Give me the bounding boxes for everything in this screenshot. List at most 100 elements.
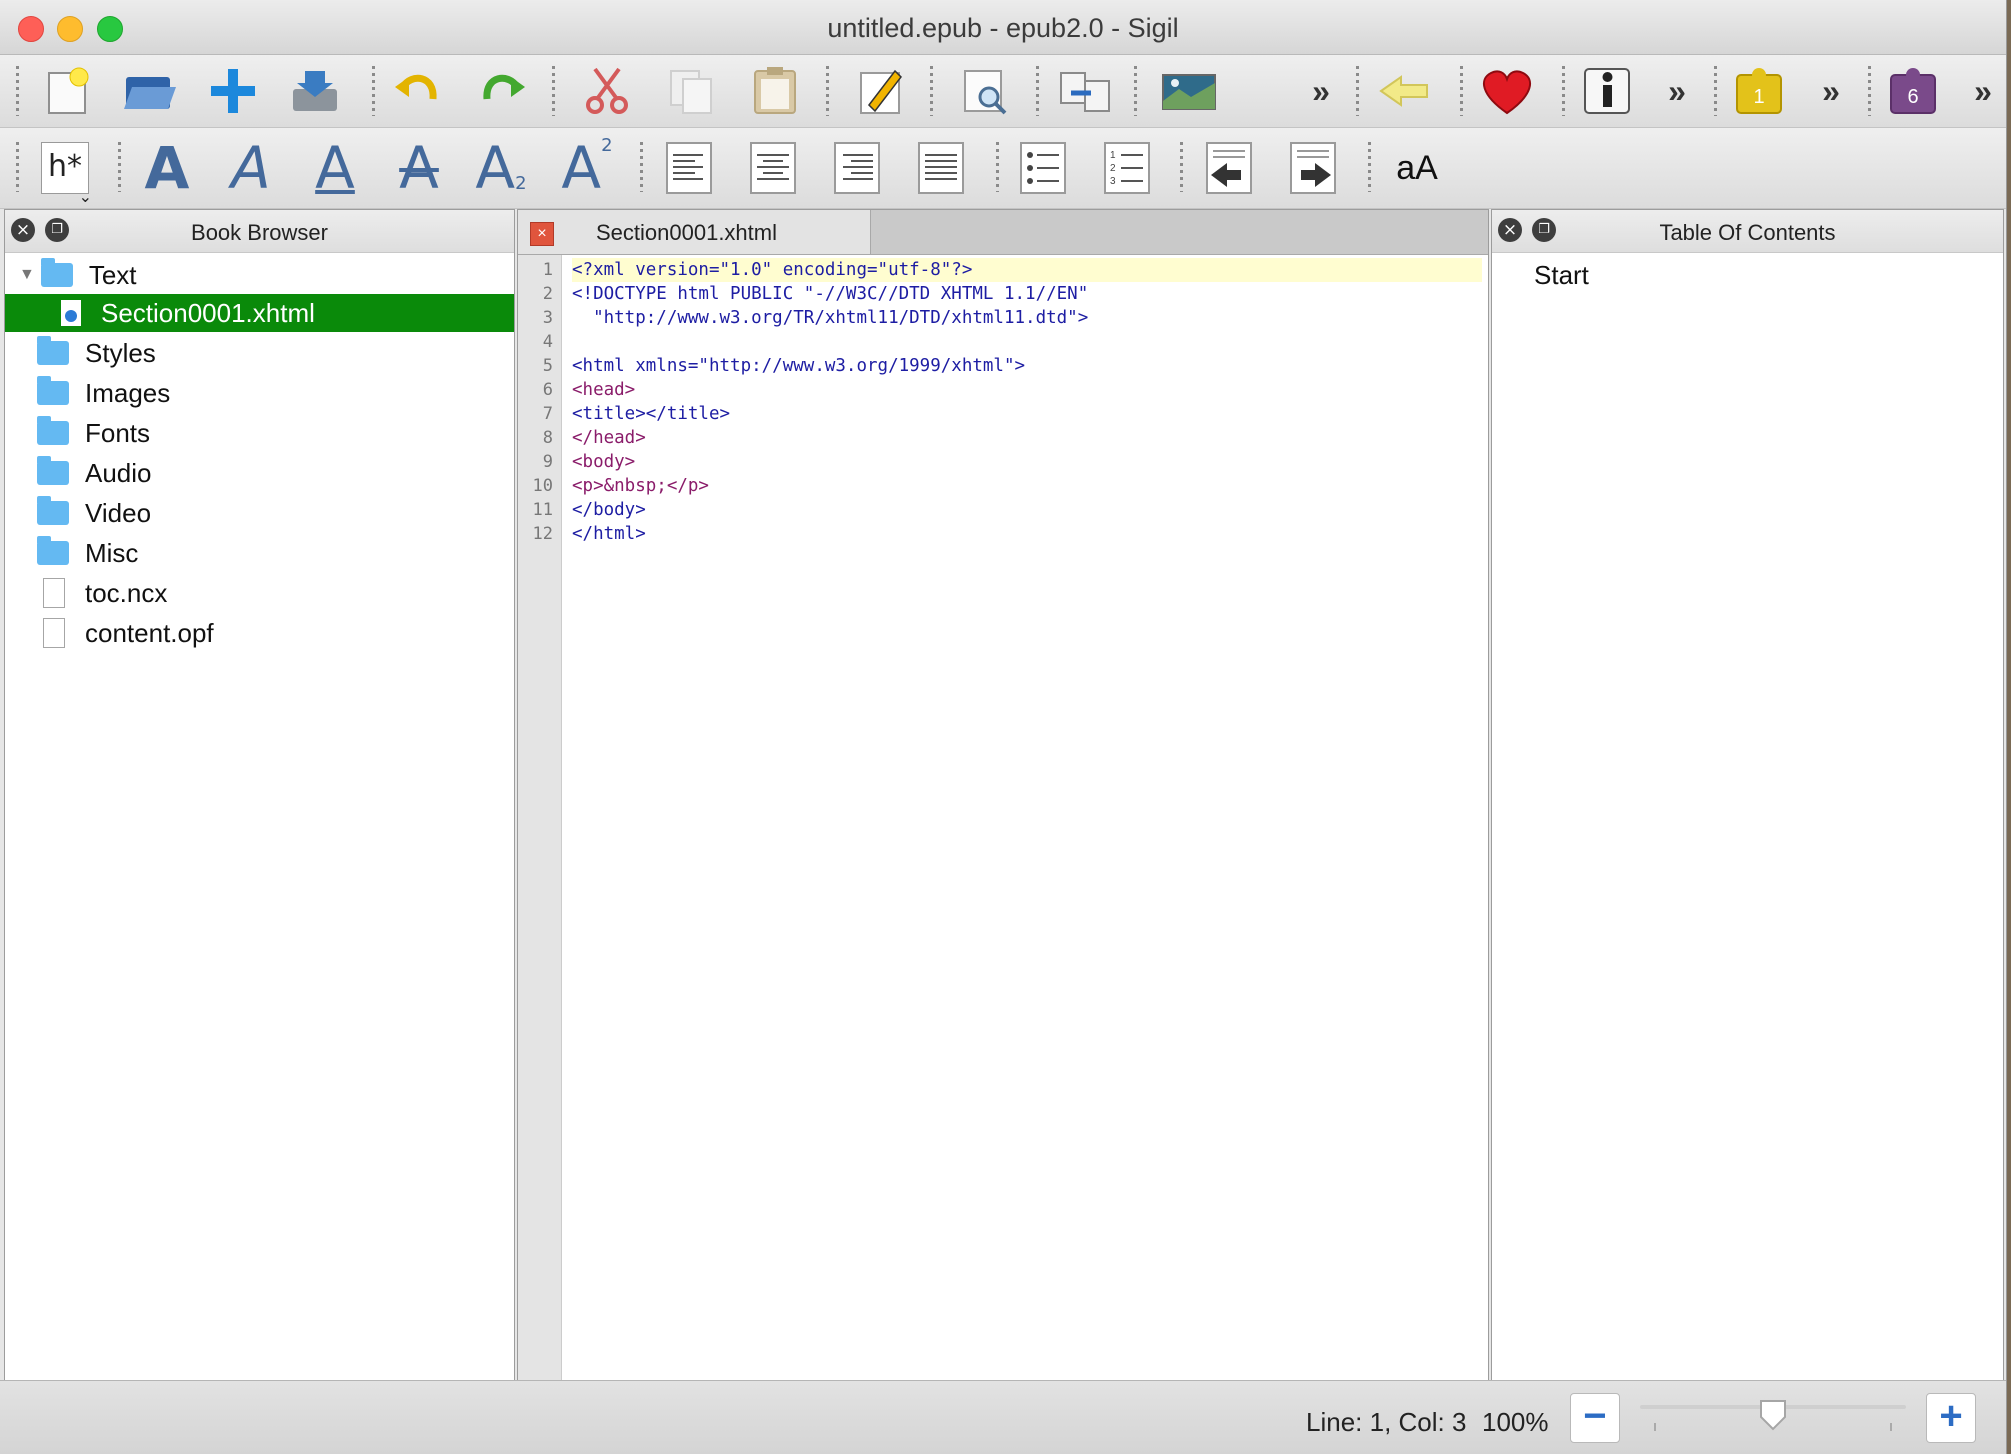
plugin-icon: 1 — [1736, 68, 1782, 114]
superscript-button[interactable]: A2 — [556, 135, 618, 199]
code-line[interactable]: <body> — [572, 450, 1482, 474]
undo-button[interactable] — [386, 60, 448, 122]
bullet-list-button[interactable] — [1012, 137, 1074, 199]
align-left-button[interactable] — [658, 137, 720, 199]
donate-button[interactable] — [1476, 60, 1538, 122]
line-number: 12 — [532, 524, 553, 544]
tree-item-label: Video — [85, 497, 152, 528]
tree-item-section0001[interactable]: Section0001.xhtml — [5, 294, 514, 332]
file-icon — [43, 578, 65, 608]
toolbar-separator — [1180, 142, 1183, 192]
plugin-button-2[interactable]: 6 — [1884, 60, 1946, 122]
code-line[interactable]: </html> — [572, 522, 1482, 546]
copy-button[interactable] — [660, 60, 722, 122]
code-line[interactable]: <p>&nbsp;</p> — [572, 474, 1482, 498]
folder-icon — [37, 456, 69, 485]
subscript-button[interactable]: A2 — [470, 137, 532, 199]
title-bar[interactable]: untitled.epub - epub2.0 - Sigil — [0, 0, 2006, 55]
code-line[interactable]: <head> — [572, 378, 1482, 402]
change-case-button[interactable]: aA — [1386, 137, 1448, 199]
decrease-indent-button[interactable] — [1198, 137, 1260, 199]
indent-icon — [1290, 142, 1336, 194]
redo-icon — [483, 74, 525, 100]
heading-button[interactable]: h* ⌄ — [34, 137, 96, 206]
zoom-in-button[interactable]: + — [1926, 1393, 1976, 1443]
metadata-info-button[interactable] — [1576, 60, 1638, 122]
svg-text:2: 2 — [1110, 163, 1116, 174]
zoom-slider-thumb[interactable] — [1759, 1399, 1787, 1431]
align-center-button[interactable] — [742, 137, 804, 199]
new-file-button[interactable] — [36, 60, 98, 122]
main-toolbar: » » 1 » 6 » — [0, 55, 2006, 128]
increase-indent-button[interactable] — [1282, 137, 1344, 199]
save-button[interactable] — [284, 60, 346, 122]
code-line[interactable]: <html xmlns="http://www.w3.org/1999/xhtm… — [572, 354, 1482, 378]
cut-button[interactable] — [576, 60, 638, 122]
preview-button[interactable] — [954, 60, 1016, 122]
zoom-out-button[interactable]: − — [1570, 1393, 1620, 1443]
code-line[interactable] — [572, 330, 1482, 354]
close-tab-button[interactable]: × — [530, 222, 554, 246]
numbered-list-button[interactable]: 1 2 3 — [1096, 137, 1158, 199]
window-title: untitled.epub - epub2.0 - Sigil — [827, 13, 1179, 43]
tree-item-video[interactable]: Video — [5, 494, 514, 532]
italic-button[interactable]: A — [220, 137, 282, 199]
bold-button[interactable]: A — [136, 137, 198, 199]
code-line[interactable]: <!DOCTYPE html PUBLIC "-//W3C//DTD XHTML… — [572, 282, 1482, 306]
paste-button[interactable] — [744, 60, 806, 122]
tree-item-label: content.opf — [85, 617, 214, 648]
plugin-badge-1: 1 — [1753, 86, 1764, 108]
toolbar-overflow-button[interactable]: » — [1800, 60, 1862, 122]
underline-button[interactable]: A — [304, 137, 366, 199]
tree-item-audio[interactable]: Audio — [5, 454, 514, 492]
strikethrough-button[interactable]: A — [388, 137, 450, 199]
split-merge-button[interactable] — [1054, 60, 1116, 122]
toolbar-overflow-button[interactable]: » — [1290, 60, 1352, 122]
edit-button[interactable] — [850, 60, 912, 122]
back-button[interactable] — [1374, 60, 1436, 122]
open-button[interactable] — [118, 60, 180, 122]
toolbar-separator — [16, 142, 19, 192]
tree-item-misc[interactable]: Misc — [5, 534, 514, 572]
tree-item-label: Audio — [85, 457, 152, 488]
code-line[interactable]: </body> — [572, 498, 1482, 522]
line-number: 8 — [542, 428, 553, 448]
book-browser-panel: × ❐ Book Browser ▼ Text Section0001.xhtm… — [4, 209, 515, 1381]
insert-image-button[interactable] — [1158, 60, 1220, 122]
tree-item-fonts[interactable]: Fonts — [5, 414, 514, 452]
toolbar-overflow-button[interactable]: » — [1952, 60, 2006, 122]
line-number: 10 — [532, 476, 553, 496]
tree-item-toc-ncx[interactable]: toc.ncx — [5, 574, 514, 612]
tree-item-text[interactable]: ▼ Text — [5, 256, 514, 294]
code-line-current[interactable]: <?xml version="1.0" encoding="utf-8"?> — [572, 258, 1482, 282]
folder-icon — [37, 496, 69, 525]
align-right-button[interactable] — [826, 137, 888, 199]
italic-icon: A — [231, 134, 271, 202]
zoom-level: 100% — [1482, 1407, 1549, 1437]
tree-item-content-opf[interactable]: content.opf — [5, 614, 514, 652]
toolbar-separator — [930, 66, 933, 116]
justify-button[interactable] — [910, 137, 972, 199]
toolbar-separator — [1460, 66, 1463, 116]
more-icon: » — [1974, 72, 1992, 109]
toc-item-start[interactable]: Start — [1492, 256, 2003, 294]
code-text-area[interactable]: <?xml version="1.0" encoding="utf-8"?> <… — [562, 255, 1488, 1380]
code-line[interactable]: "http://www.w3.org/TR/xhtml11/DTD/xhtml1… — [572, 306, 1482, 330]
add-plus-icon — [211, 69, 255, 113]
tab-section0001[interactable]: × Section0001.xhtml — [518, 210, 871, 254]
toolbar-overflow-button[interactable]: » — [1646, 60, 1708, 122]
plugin-button-1[interactable]: 1 — [1730, 60, 1792, 122]
add-file-button[interactable] — [202, 60, 264, 122]
subscript-icon: A — [475, 134, 516, 202]
cursor-position: Line: 1, Col: 3 — [1306, 1407, 1467, 1437]
tree-item-styles[interactable]: Styles — [5, 334, 514, 372]
toolbar-separator — [372, 66, 375, 116]
redo-button[interactable] — [472, 60, 534, 122]
sigil-window: untitled.epub - epub2.0 - Sigil » » 1 » … — [0, 0, 2007, 1454]
outdent-icon — [1206, 142, 1252, 194]
tree-item-images[interactable]: Images — [5, 374, 514, 412]
toolbar-separator — [1036, 66, 1039, 116]
code-line[interactable]: <title></title> — [572, 402, 1482, 426]
edit-pencil-icon — [860, 69, 902, 114]
code-line[interactable]: </head> — [572, 426, 1482, 450]
